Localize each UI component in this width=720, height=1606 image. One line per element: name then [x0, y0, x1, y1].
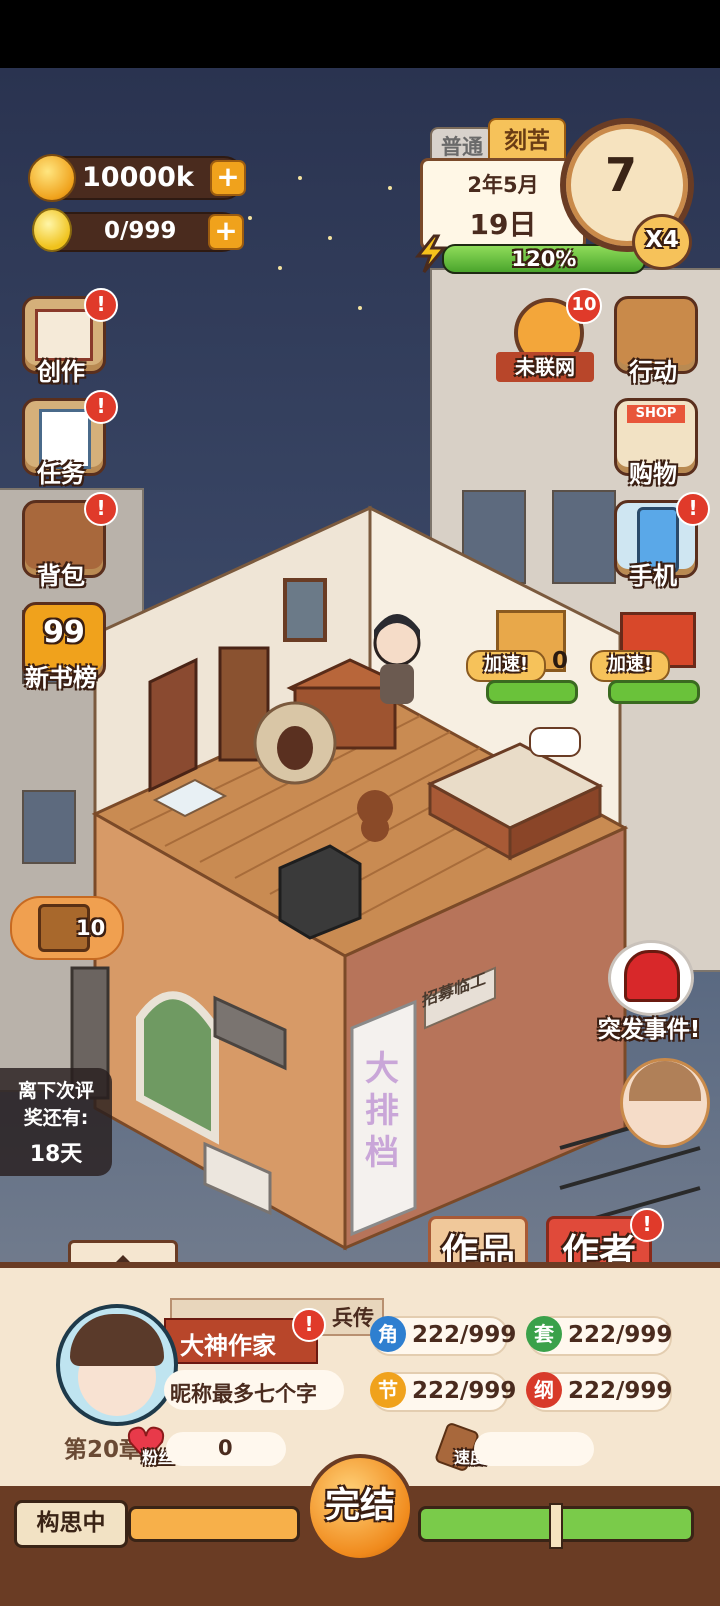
- npc-avatar[interactable]: [620, 1058, 710, 1148]
- writing-progress-bar: [128, 1506, 300, 1542]
- add-coins-button[interactable]: +: [210, 160, 246, 196]
- treasure-chest-button[interactable]: 10: [10, 896, 124, 960]
- menu-action-button[interactable]: 行动: [608, 296, 698, 388]
- menu-create-label: 创作: [37, 358, 85, 386]
- speed-multiplier-button[interactable]: X4: [632, 214, 692, 270]
- ranking-badge: 99: [43, 615, 85, 650]
- finish-button[interactable]: 完结: [306, 1454, 414, 1562]
- box-progress-bar: [486, 680, 578, 704]
- author-avatar[interactable]: [56, 1304, 178, 1426]
- alert-icon: !: [630, 1208, 664, 1242]
- emergency-event-button[interactable]: 突发事件!: [584, 940, 714, 1050]
- nickname: 昵称最多七个字: [170, 1382, 317, 1406]
- menu-shop-button[interactable]: SHOP 购物: [608, 398, 698, 490]
- coin-value: 10000k: [82, 162, 194, 193]
- speedup-button[interactable]: 加速!: [466, 650, 546, 682]
- stat-outline: 纲 222/999: [526, 1372, 673, 1412]
- award-countdown-days: 18天: [29, 1142, 83, 1167]
- nickname-field[interactable]: 昵称最多七个字: [164, 1370, 344, 1410]
- stat-set-badge: 套: [526, 1316, 562, 1352]
- speed-multiplier-label: X4: [645, 227, 679, 253]
- speedup-button[interactable]: 加速!: [590, 650, 670, 682]
- stat-role: 角 222/999: [370, 1316, 516, 1356]
- fans-field: 0: [166, 1432, 286, 1466]
- treasure-count: 10: [76, 916, 106, 940]
- stat-role-value: 222/999: [412, 1322, 517, 1348]
- menu-create-button[interactable]: 创作 !: [16, 288, 118, 388]
- shop-sign: SHOP: [627, 405, 685, 423]
- stat-outline-badge: 纲: [526, 1372, 562, 1408]
- alert-icon: !: [292, 1308, 326, 1342]
- award-countdown: 离下次评 奖还有: 18天: [0, 1068, 112, 1176]
- menu-shop-label: 购物: [629, 460, 677, 488]
- stat-role-badge: 角: [370, 1316, 406, 1352]
- alert-icon: !: [676, 492, 710, 526]
- stat-set: 套 222/999: [526, 1316, 673, 1356]
- book-title: 兵传: [332, 1306, 374, 1330]
- box-count: 0: [552, 648, 569, 674]
- speedup-label: 加速!: [607, 654, 653, 675]
- menu-bag-label: 背包: [37, 562, 85, 590]
- menu-action-label: 行动: [629, 358, 677, 386]
- coin-icon: [28, 154, 76, 202]
- stat-section-badge: 节: [370, 1372, 406, 1408]
- speed-field: [474, 1432, 594, 1466]
- banner-text: 大排档: [365, 1049, 399, 1173]
- menu-phone-button[interactable]: 手机 !: [608, 492, 710, 592]
- author-panel: 兵传 大神作家 ! 昵称最多七个字 角 222/999 套 222/999 节 …: [0, 1262, 720, 1606]
- finish-button-label: 完结: [324, 1486, 395, 1526]
- menu-phone-label: 手机: [629, 562, 677, 590]
- siren-icon: [624, 950, 680, 1002]
- alert-icon: !: [84, 492, 118, 526]
- add-energy-button[interactable]: +: [208, 214, 244, 250]
- speedup-label: 加速!: [483, 654, 529, 675]
- secondary-progress-bar: [418, 1503, 694, 1549]
- date-month: 2年5月: [467, 173, 539, 197]
- status-badge: 构思中: [14, 1500, 128, 1548]
- menu-task-label: 任务: [37, 460, 85, 488]
- menu-new-book-ranking-label: 新书榜: [25, 664, 97, 692]
- energy-bolt-icon[interactable]: [414, 234, 448, 274]
- menu-offline-label: 未联网: [496, 352, 594, 382]
- stat-outline-value: 222/999: [568, 1378, 673, 1404]
- truck-progress-bar: [608, 680, 700, 704]
- alert-icon: !: [84, 390, 118, 424]
- clock-value: 7: [604, 148, 637, 202]
- award-countdown-line1: 离下次评: [17, 1080, 94, 1102]
- alert-icon: !: [84, 288, 118, 322]
- lightbulb-icon: [32, 208, 72, 252]
- award-countdown-line2: 奖还有:: [23, 1107, 89, 1129]
- menu-bag-button[interactable]: 背包 !: [16, 492, 118, 592]
- fans-value: 0: [218, 1436, 233, 1460]
- menu-offline-button[interactable]: 未联网 10: [496, 288, 602, 388]
- stat-set-value: 222/999: [568, 1322, 673, 1348]
- stat-section: 节 222/999: [370, 1372, 516, 1412]
- menu-task-button[interactable]: 任务 !: [16, 390, 118, 490]
- stat-section-value: 222/999: [412, 1378, 517, 1404]
- energy-value: 0/999: [104, 218, 177, 244]
- emergency-event-label: 突发事件!: [597, 1017, 701, 1043]
- author-title: 大神作家: [180, 1332, 276, 1360]
- menu-new-book-ranking-button[interactable]: 99 新书榜: [16, 602, 106, 694]
- notification-badge: 10: [566, 288, 602, 324]
